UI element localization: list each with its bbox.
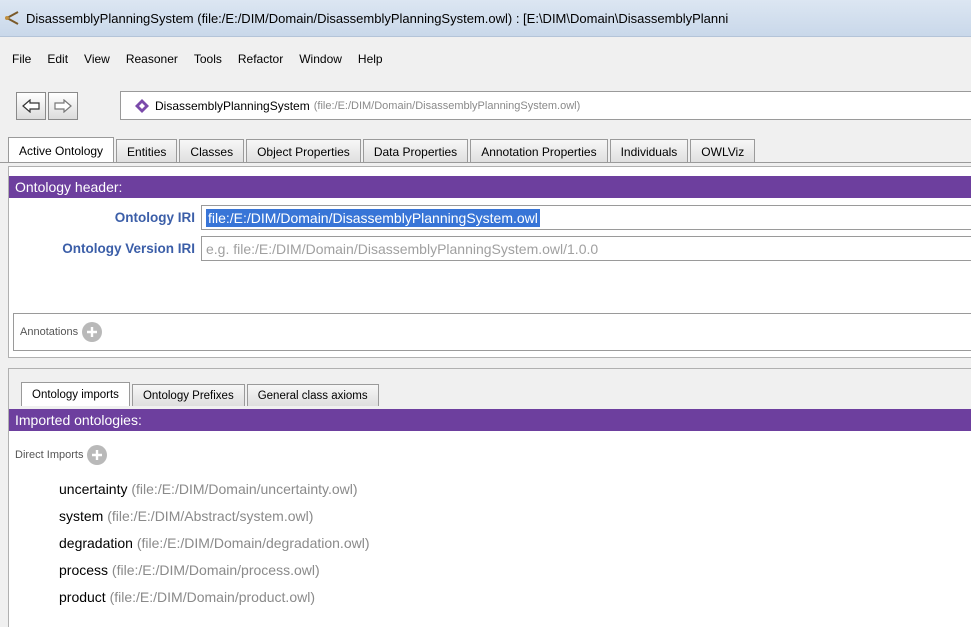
menu-view[interactable]: View [78, 52, 120, 66]
tab-ontology-imports[interactable]: Ontology imports [21, 382, 130, 406]
import-item[interactable]: process (file:/E:/DIM/Domain/process.owl… [59, 562, 320, 578]
menu-bar: File Edit View Reasoner Tools Refactor W… [0, 47, 971, 71]
forward-button[interactable] [48, 92, 78, 120]
back-button[interactable] [16, 92, 46, 120]
menu-refactor[interactable]: Refactor [232, 52, 293, 66]
plus-icon [92, 450, 103, 460]
ontology-iri-value: file:/E:/DIM/Domain/DisassemblyPlanningS… [206, 208, 540, 227]
ontology-version-iri-placeholder: e.g. file:/E:/DIM/Domain/DisassemblyPlan… [206, 240, 599, 257]
ontology-header-panel: Ontology header: Ontology IRI file:/E:/D… [8, 166, 971, 358]
import-item[interactable]: degradation (file:/E:/DIM/Domain/degrada… [59, 535, 370, 551]
window-title: DisassemblyPlanningSystem (file:/E:/DIM/… [26, 10, 729, 26]
tab-data-properties[interactable]: Data Properties [362, 139, 469, 163]
main-tabs: Active Ontology Entities Classes Object … [8, 137, 757, 163]
direct-imports-header: Direct Imports [15, 445, 108, 465]
protege-app-icon [4, 11, 19, 25]
tab-ontology-prefixes[interactable]: Ontology Prefixes [131, 384, 245, 406]
ontology-address-bar[interactable]: DisassemblyPlanningSystem (file:/E:/DIM/… [120, 91, 971, 120]
import-name: uncertainty [59, 481, 128, 497]
menu-file[interactable]: File [6, 52, 41, 66]
ontology-name: DisassemblyPlanningSystem [155, 98, 310, 113]
import-item[interactable]: product (file:/E:/DIM/Domain/product.owl… [59, 589, 315, 605]
add-annotation-button[interactable] [82, 322, 103, 342]
ontology-path: (file:/E:/DIM/Domain/DisassemblyPlanning… [313, 99, 581, 112]
menu-edit[interactable]: Edit [41, 52, 78, 66]
tab-classes[interactable]: Classes [179, 139, 245, 163]
tab-entities[interactable]: Entities [116, 139, 178, 163]
tab-object-properties[interactable]: Object Properties [246, 139, 361, 163]
navigation-bar [16, 89, 78, 123]
menu-help[interactable]: Help [352, 52, 393, 66]
ontology-iri-label: Ontology IRI [114, 210, 195, 225]
import-name: product [59, 589, 106, 605]
tab-general-class-axioms[interactable]: General class axioms [246, 384, 379, 406]
import-item[interactable]: uncertainty (file:/E:/DIM/Domain/uncerta… [59, 481, 358, 497]
tab-active-ontology[interactable]: Active Ontology [8, 137, 115, 163]
import-path: (file:/E:/DIM/Abstract/system.owl) [107, 508, 314, 524]
tab-divider [0, 162, 971, 163]
import-path: (file:/E:/DIM/Domain/process.owl) [111, 562, 320, 578]
import-path: (file:/E:/DIM/Domain/product.owl) [109, 589, 315, 605]
version-iri-row: Ontology Version IRI e.g. file:/E:/DIM/D… [9, 236, 971, 261]
tab-owlviz[interactable]: OWLViz [690, 139, 756, 163]
tab-individuals[interactable]: Individuals [609, 139, 689, 163]
menu-window[interactable]: Window [293, 52, 352, 66]
imports-panel: Ontology imports Ontology Prefixes Gener… [8, 368, 971, 627]
import-name: process [59, 562, 109, 578]
menu-tools[interactable]: Tools [188, 52, 232, 66]
direct-imports-label: Direct Imports [15, 449, 84, 461]
tab-annotation-properties[interactable]: Annotation Properties [470, 139, 608, 163]
imports-subtabs: Ontology imports Ontology Prefixes Gener… [21, 382, 381, 406]
import-name: system [59, 508, 104, 524]
title-bar: DisassemblyPlanningSystem (file:/E:/DIM/… [0, 0, 971, 37]
imported-ontologies-title: Imported ontologies: [9, 409, 971, 431]
menu-reasoner[interactable]: Reasoner [120, 52, 188, 66]
ontology-version-iri-label: Ontology Version IRI [62, 241, 195, 256]
import-path: (file:/E:/DIM/Domain/degradation.owl) [136, 535, 370, 551]
add-import-button[interactable] [87, 445, 108, 465]
import-item[interactable]: system (file:/E:/DIM/Abstract/system.owl… [59, 508, 313, 524]
ontology-iri-field[interactable]: file:/E:/DIM/Domain/DisassemblyPlanningS… [201, 205, 971, 230]
plus-icon [87, 327, 98, 337]
ontology-version-iri-field[interactable]: e.g. file:/E:/DIM/Domain/DisassemblyPlan… [201, 236, 971, 261]
arrow-right-icon [54, 99, 72, 113]
annotations-box: Annotations [13, 313, 971, 351]
annotations-label: Annotations [20, 326, 79, 338]
import-path: (file:/E:/DIM/Domain/uncertainty.owl) [131, 481, 358, 497]
imports-list: Direct Imports uncertainty (file:/E:/DIM… [9, 431, 971, 627]
arrow-left-icon [22, 99, 40, 113]
ontology-header-title: Ontology header: [9, 176, 971, 198]
iri-row: Ontology IRI file:/E:/DIM/Domain/Disasse… [9, 205, 971, 230]
ontology-diamond-icon [135, 98, 149, 113]
import-name: degradation [59, 535, 133, 551]
